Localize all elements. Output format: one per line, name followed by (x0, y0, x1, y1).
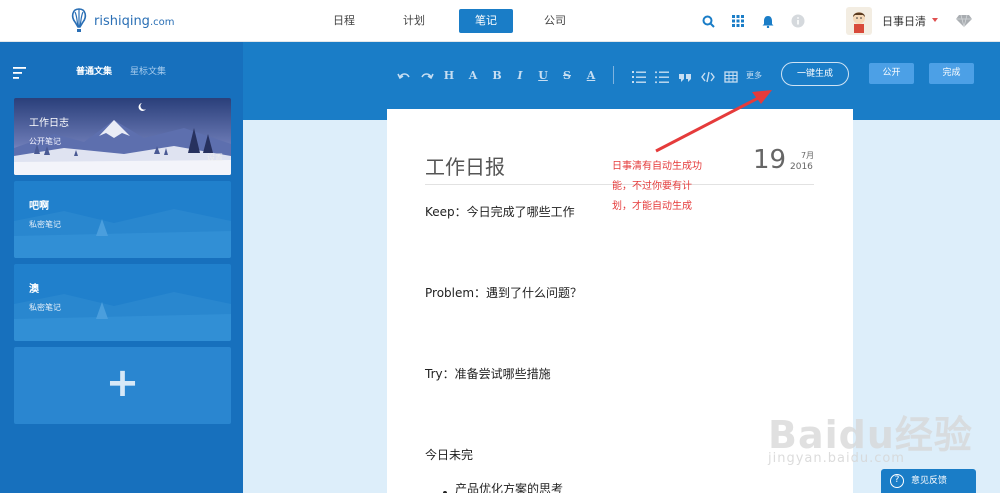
avatar[interactable] (846, 7, 872, 35)
nav-tab-plan[interactable]: 计划 (390, 9, 438, 33)
annotation-text-line: 划，才能自动生成 (612, 201, 692, 212)
note-title[interactable]: 工作日报 (425, 151, 505, 180)
auto-generate-button[interactable]: 一键生成 (781, 62, 849, 86)
nav-tab-company[interactable]: 公司 (531, 9, 579, 33)
brand-tld: .com (149, 16, 175, 28)
notebook-title: 吧啊 (29, 201, 49, 212)
nav-tab-notes[interactable]: 笔记 (459, 9, 513, 33)
search-icon[interactable] (699, 12, 717, 30)
watermark-url: jingyan.baidu.com (768, 451, 905, 466)
notebook-visibility: 公开笔记 (29, 137, 61, 146)
notebook-card-baa[interactable]: 吧啊 私密笔记 (14, 181, 231, 258)
apps-grid-icon[interactable] (729, 12, 747, 30)
notebook-title: 工作日志 (29, 118, 69, 129)
feedback-button[interactable]: ? 意见反馈 (881, 469, 976, 493)
code-icon[interactable] (701, 69, 715, 83)
tab-normal-collections[interactable]: 普通文集 (76, 64, 112, 77)
notebook-visibility: 私密笔记 (29, 220, 61, 229)
note-date-day: 19 (753, 145, 787, 175)
strikethrough-button[interactable]: S (561, 69, 573, 83)
brand-logo[interactable]: rishiqing.com (70, 7, 174, 35)
tab-starred-collections[interactable]: 星标文集 (130, 64, 166, 77)
unordered-list-icon[interactable] (655, 69, 669, 84)
plus-icon: + (105, 360, 140, 406)
toolbar-divider (613, 66, 614, 84)
undo-icon[interactable] (397, 69, 411, 83)
notebook-title: 澳 (29, 284, 39, 295)
italic-button[interactable]: I (514, 69, 526, 83)
ordered-list-icon[interactable] (632, 69, 646, 83)
brand-name: rishiqing (94, 13, 150, 29)
notebook-card-work-log[interactable]: 工作日志 公开笔记 设置 (14, 98, 231, 175)
more-button[interactable]: 更多 (746, 70, 762, 81)
notebook-settings-link[interactable]: 设置 (207, 152, 223, 163)
quote-icon[interactable] (678, 69, 692, 83)
menu-icon[interactable] (13, 64, 27, 83)
note-line-unfinished[interactable]: 今日未完 (425, 446, 473, 463)
info-icon[interactable] (789, 12, 807, 30)
font-size-button[interactable]: A (467, 69, 479, 83)
redo-icon[interactable] (420, 69, 434, 83)
notebook-card-ao[interactable]: 澳 私密笔记 (14, 264, 231, 341)
note-line-keep[interactable]: Keep：今日完成了哪些工作 (425, 203, 575, 220)
underline-button[interactable]: U (537, 69, 549, 83)
user-name[interactable]: 日事日清 (882, 13, 926, 29)
add-notebook-button[interactable]: + (14, 347, 231, 424)
help-icon: ? (890, 474, 904, 488)
note-date-year: 2016 (790, 162, 813, 172)
notebook-visibility: 私密笔记 (29, 303, 61, 312)
heading-button[interactable]: H (443, 69, 455, 83)
done-button[interactable]: 完成 (929, 63, 974, 84)
annotation-text-line: 日事清有自动生成功 (612, 161, 702, 172)
balloon-logo-icon (71, 8, 87, 32)
annotation-text-line: 能，不过你要有计 (612, 181, 692, 192)
font-color-button[interactable]: A (585, 69, 597, 83)
note-bullet-item[interactable]: 产品优化方案的思考 (455, 480, 563, 493)
note-date-month: 7月 (801, 151, 815, 160)
feedback-label: 意见反馈 (911, 476, 948, 486)
table-icon[interactable] (724, 69, 738, 83)
top-navigation-bar: rishiqing.com 日程 计划 笔记 公司 日事日清 (0, 0, 1000, 42)
note-line-problem[interactable]: Problem：遇到了什么问题？ (425, 284, 582, 301)
bold-button[interactable]: B (491, 69, 503, 83)
nav-tab-schedule[interactable]: 日程 (320, 9, 368, 33)
notebook-sidebar: 普通文集 星标文集 工作日志 公开笔记 设置 吧啊 私密笔记 澳 私密笔记 + (0, 42, 243, 493)
note-line-try[interactable]: Try：准备尝试哪些措施 (425, 365, 551, 382)
chevron-down-icon[interactable] (932, 18, 938, 22)
diamond-icon[interactable] (955, 12, 973, 30)
bell-icon[interactable] (759, 12, 777, 30)
publish-button[interactable]: 公开 (869, 63, 914, 84)
